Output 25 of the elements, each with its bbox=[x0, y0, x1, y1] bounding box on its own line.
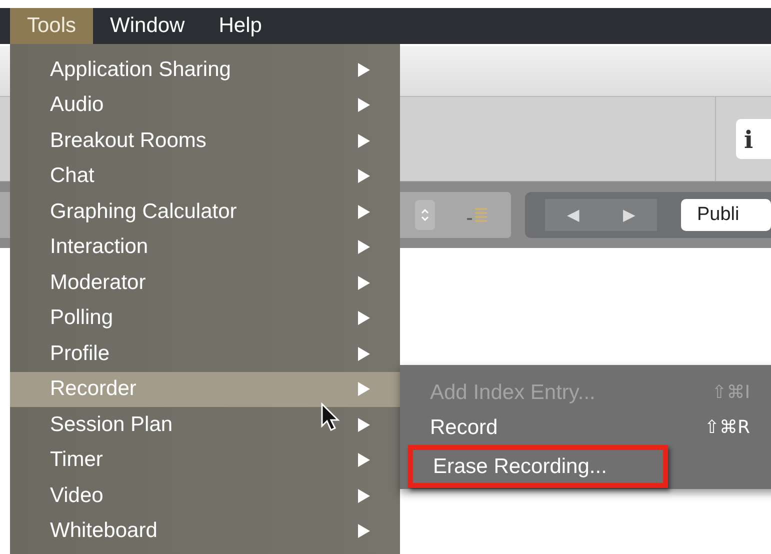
menu-item[interactable]: Erase Recording... bbox=[408, 445, 668, 488]
menu-item[interactable]: Interaction bbox=[10, 230, 400, 265]
menu-bar-item[interactable]: Help bbox=[202, 8, 279, 44]
menu-item[interactable]: Moderator bbox=[10, 265, 400, 300]
menu-item[interactable]: Chat bbox=[10, 158, 400, 194]
menu-item[interactable]: Whiteboard bbox=[10, 514, 400, 549]
menu-item[interactable]: Session Plan bbox=[10, 407, 400, 442]
menu-item[interactable]: Breakout Rooms bbox=[10, 123, 400, 158]
menu-item[interactable]: Timer bbox=[10, 442, 400, 478]
menu-item[interactable]: Audio bbox=[10, 88, 400, 123]
menu-item[interactable]: Recorder bbox=[10, 372, 400, 407]
info-button[interactable]: i bbox=[736, 119, 771, 159]
menu-item[interactable]: Record ⇧⌘R bbox=[400, 410, 750, 445]
stepper-icon[interactable] bbox=[415, 200, 435, 230]
filter-button[interactable]: Publi bbox=[681, 199, 771, 231]
menu-item[interactable]: Graphing Calculator bbox=[10, 194, 400, 230]
menu-bar-item[interactable]: Window bbox=[93, 8, 202, 44]
menu-bar-item[interactable]: Tools bbox=[10, 8, 94, 44]
next-button[interactable]: ▶ bbox=[601, 199, 657, 231]
menu-item[interactable]: Polling bbox=[10, 300, 400, 336]
menu-item[interactable]: Profile bbox=[10, 336, 400, 372]
mouse-pointer-icon bbox=[320, 402, 342, 432]
previous-button[interactable]: ◀ bbox=[545, 199, 601, 231]
menu-item[interactable]: Application Sharing bbox=[10, 52, 400, 88]
menu-item[interactable]: Video bbox=[10, 478, 400, 514]
